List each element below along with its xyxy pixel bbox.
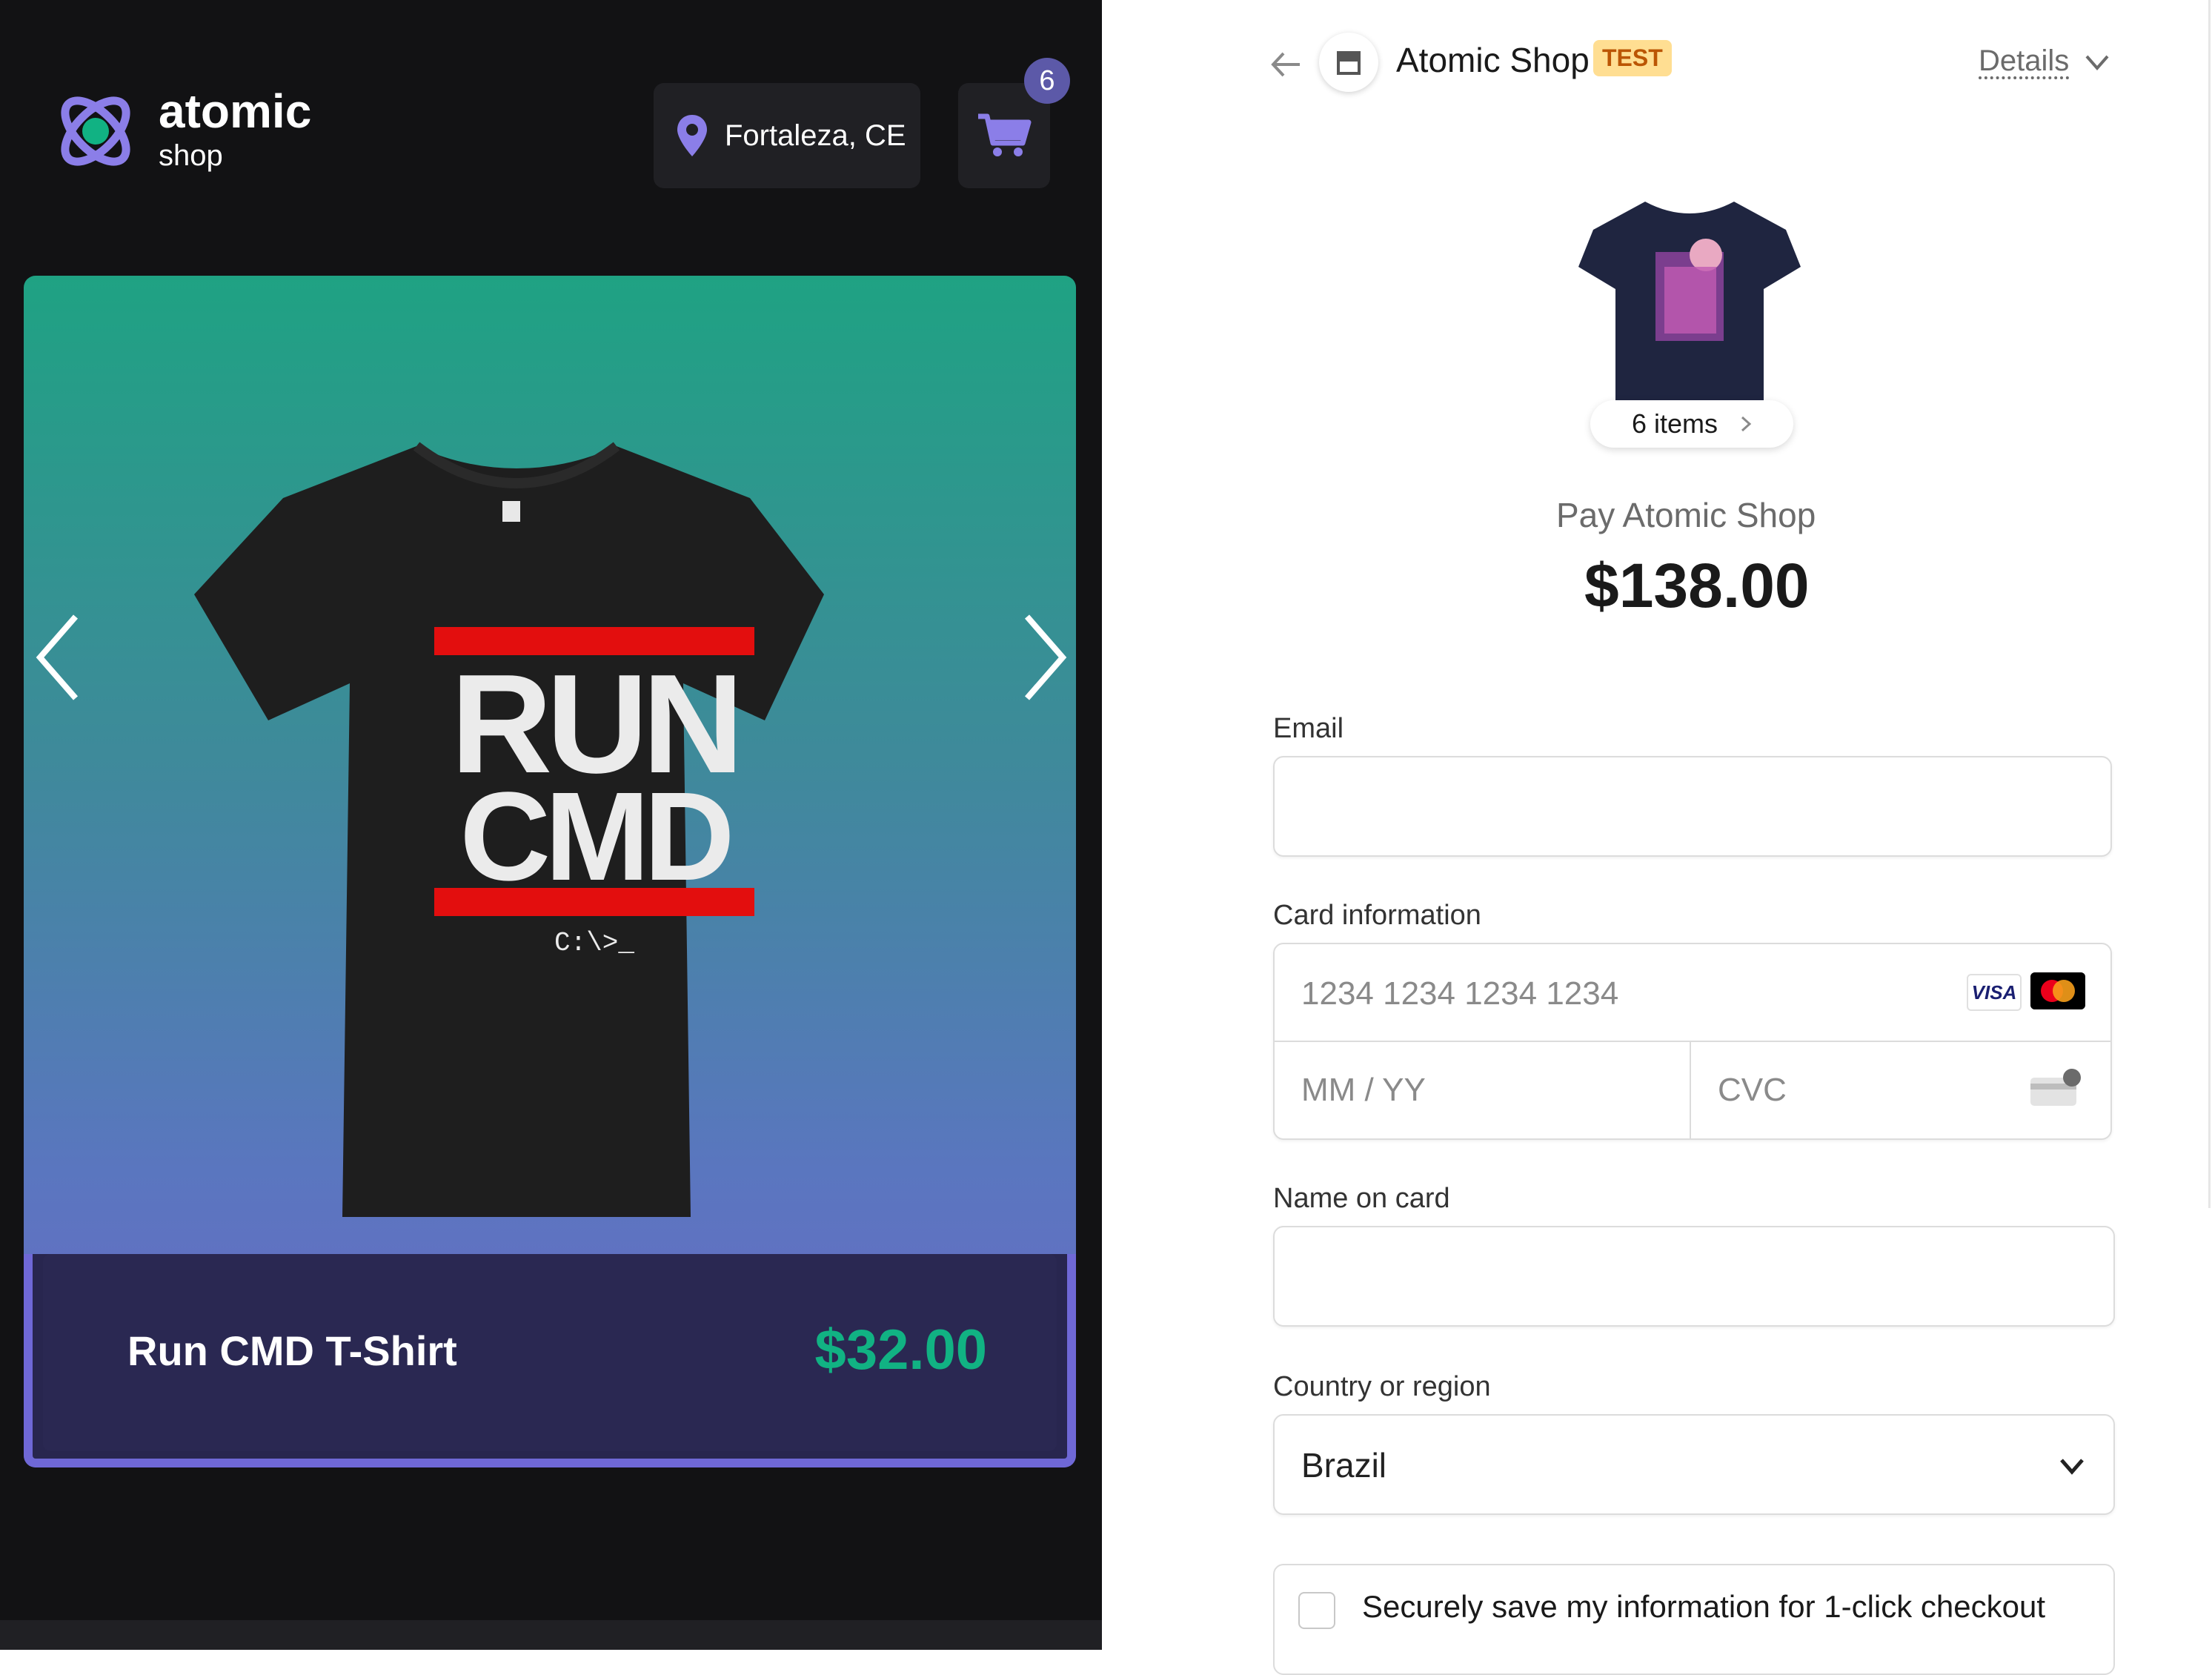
shop-panel: atomic shop Fortaleza, CE 6 RUN CMD C:\>… — [0, 0, 1102, 1650]
expiry-field[interactable]: MM / YY — [1275, 1042, 1691, 1138]
save-info-box: Securely save my information for 1-click… — [1273, 1564, 2115, 1675]
name-on-card-label: Name on card — [1273, 1183, 1450, 1214]
items-summary-button[interactable]: 6 items — [1590, 400, 1793, 448]
shopping-cart-icon — [978, 113, 1032, 156]
chevron-right-icon[interactable] — [1012, 609, 1072, 706]
email-label: Email — [1273, 713, 1344, 744]
bottom-strip — [0, 1620, 1102, 1650]
country-value: Brazil — [1301, 1446, 1387, 1485]
email-input[interactable] — [1275, 757, 2110, 855]
total-amount: $138.00 — [1584, 551, 1810, 620]
details-toggle[interactable]: Details — [1979, 44, 2069, 78]
merchant-name: Atomic Shop — [1396, 41, 1590, 79]
country-select[interactable]: Brazil — [1273, 1414, 2115, 1515]
back-arrow-icon[interactable] — [1267, 46, 1304, 83]
tshirt-image: RUN CMD C:\>_ — [194, 442, 824, 1217]
map-pin-icon — [677, 115, 707, 156]
store-icon — [1337, 51, 1361, 75]
product-card: RUN CMD C:\>_ Run CMD T-Shirt $32.00 — [24, 276, 1076, 1467]
card-number-placeholder: 1234 1234 1234 1234 — [1301, 975, 1619, 1012]
shirt-text-prompt: C:\>_ — [554, 928, 634, 958]
product-info-bar: Run CMD T-Shirt $32.00 — [24, 1254, 1076, 1467]
items-count: 6 items — [1631, 408, 1718, 439]
brand-subtitle: shop — [159, 139, 223, 172]
cvc-field[interactable]: CVC — [1691, 1042, 2110, 1138]
location-label: Fortaleza, CE — [725, 119, 906, 152]
product-price: $32.00 — [814, 1319, 987, 1382]
card-info-group: 1234 1234 1234 1234 VISA MM / YY CVC — [1273, 943, 2112, 1140]
expiry-placeholder: MM / YY — [1301, 1072, 1426, 1108]
name-on-card-field[interactable] — [1273, 1226, 2115, 1327]
card-info-label: Card information — [1273, 900, 1481, 931]
shirt-text-cmd: CMD — [459, 766, 729, 907]
chevron-down-icon — [2060, 1459, 2084, 1475]
name-on-card-input[interactable] — [1275, 1227, 2113, 1325]
card-number-field[interactable]: 1234 1234 1234 1234 VISA — [1275, 944, 2110, 1042]
cvc-card-icon — [2030, 1069, 2081, 1106]
product-name: Run CMD T-Shirt — [127, 1327, 457, 1374]
store-avatar — [1319, 33, 1378, 92]
cart-count-badge: 6 — [1024, 58, 1070, 104]
cvc-placeholder: CVC — [1718, 1072, 1787, 1108]
brand-name: atomic — [159, 84, 312, 138]
pay-title: Pay Atomic Shop — [1556, 496, 1816, 534]
product-thumbnail — [1578, 202, 1801, 404]
visa-icon: VISA — [1967, 974, 2022, 1011]
save-info-label: Securely save my information for 1-click… — [1362, 1589, 2046, 1624]
save-info-checkbox[interactable] — [1298, 1592, 1335, 1629]
location-selector[interactable]: Fortaleza, CE — [654, 83, 920, 188]
atomic-logo-icon — [61, 96, 130, 166]
chevron-right-icon — [1741, 416, 1752, 432]
country-label: Country or region — [1273, 1371, 1491, 1402]
scrollbar-edge — [2208, 0, 2211, 1208]
test-mode-badge: TEST — [1593, 40, 1672, 76]
chevron-left-icon[interactable] — [31, 609, 90, 706]
mastercard-icon — [2030, 972, 2085, 1009]
email-field[interactable] — [1273, 756, 2112, 857]
chevron-down-icon[interactable] — [2082, 49, 2112, 76]
